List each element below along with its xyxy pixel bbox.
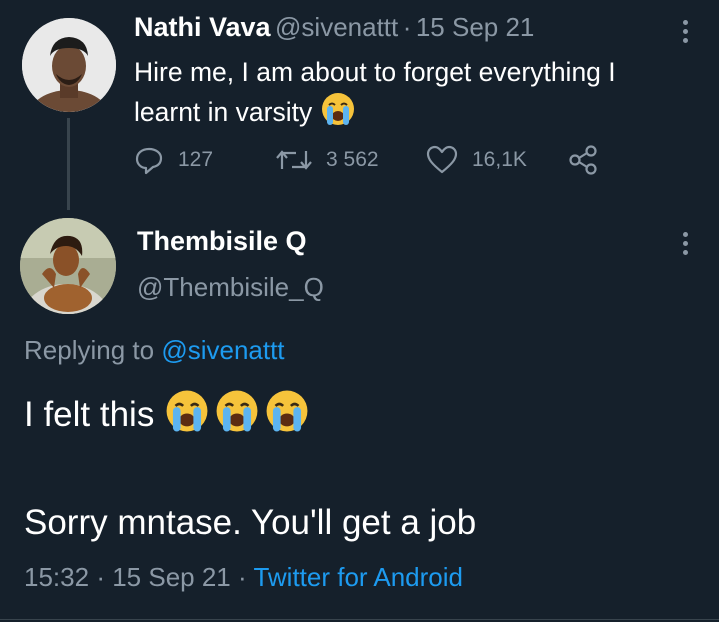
- avatar-image: [22, 18, 116, 112]
- tweet-text-line-2: learnt in varsity: [134, 97, 313, 127]
- tweet-text: Hire me, I am about to forget everything…: [134, 54, 616, 131]
- share-icon: [569, 145, 597, 175]
- loudly-crying-face-icon: [164, 388, 210, 434]
- tweet-text-line-1: Hire me, I am about to forget everything…: [134, 57, 616, 87]
- meta-separator-2: ·: [238, 562, 247, 592]
- author-name[interactable]: Nathi Vava: [134, 12, 271, 42]
- thread-line: [67, 118, 70, 210]
- reply-icon: [135, 147, 163, 175]
- avatar-image: [20, 218, 116, 314]
- reply-text-line-1-row: I felt this: [24, 388, 314, 435]
- header-separator: ·: [402, 12, 412, 42]
- divider: [0, 619, 719, 620]
- reply-meta: 15:32 · 15 Sep 21 · Twitter for Android: [24, 562, 463, 593]
- retweet-icon: [276, 150, 312, 170]
- reply-source[interactable]: Twitter for Android: [253, 562, 463, 592]
- more-options-icon[interactable]: [683, 20, 689, 46]
- reply-text-line-1: I felt this: [24, 395, 155, 434]
- reply-time[interactable]: 15:32: [24, 562, 89, 592]
- tweet-header: Nathi Vava @sivenattt · 15 Sep 21: [134, 12, 534, 43]
- reply-count: 127: [178, 148, 214, 171]
- author-handle[interactable]: @sivenattt: [275, 12, 398, 42]
- loudly-crying-face-icon: [214, 388, 260, 434]
- reply-text-line-2: Sorry mntase. You'll get a job: [24, 503, 477, 542]
- tweet-actions: 127 3 562 16,1K: [134, 145, 614, 177]
- like-action[interactable]: 16,1K: [426, 145, 527, 175]
- replying-to-label: Replying to: [24, 335, 155, 365]
- retweet-count: 3 562: [326, 148, 379, 171]
- reply-author-handle[interactable]: @Thembisile_Q: [137, 272, 324, 303]
- replying-to: Replying to @sivenattt: [24, 335, 285, 366]
- tweet-date[interactable]: 15 Sep 21: [416, 12, 535, 42]
- replying-to-handle[interactable]: @sivenattt: [161, 335, 284, 365]
- reply-date[interactable]: 15 Sep 21: [112, 562, 231, 592]
- meta-separator-1: ·: [96, 562, 105, 592]
- avatar-thembisile-q[interactable]: [20, 218, 116, 314]
- heart-icon: [426, 145, 458, 174]
- reply-more-options-icon[interactable]: [683, 232, 689, 258]
- avatar-nathi-vava[interactable]: [22, 18, 116, 112]
- reply-author-name[interactable]: Thembisile Q: [137, 226, 307, 257]
- share-action[interactable]: [568, 145, 600, 180]
- loudly-crying-face-icon: [320, 91, 356, 127]
- loudly-crying-face-icon: [264, 388, 310, 434]
- emoji-row: [164, 390, 314, 434]
- like-count: 16,1K: [472, 148, 527, 171]
- reply-action[interactable]: 127: [134, 145, 213, 175]
- retweet-action[interactable]: 3 562: [276, 145, 379, 175]
